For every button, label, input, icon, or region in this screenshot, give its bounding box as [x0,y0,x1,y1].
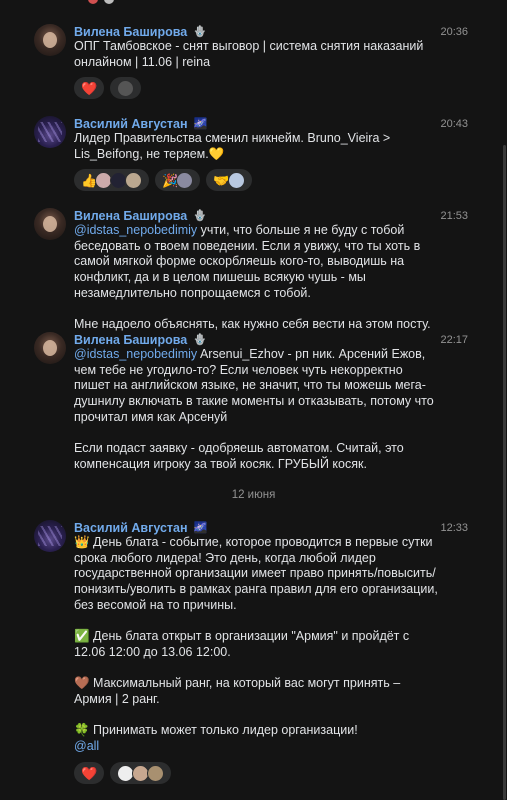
reaction-avatar[interactable] [110,77,142,99]
sparkle-badge-icon: 🌌 [193,522,208,534]
message-body: учти, что больше я не буду с тобой бесед… [74,223,431,332]
author-name[interactable]: Вилена Баширова 🪬 [74,209,207,223]
message-text: 👑 День блата - событие, которое проводит… [74,535,440,755]
heart-icon: ❤️ [81,80,98,96]
user-mention-link[interactable]: @idstas_nepobedimiy [74,223,197,237]
user-avatar-icon [117,79,135,97]
message-text: @idstas_nepobedimiy Arsenui_Ezhov - рп н… [74,347,440,473]
message-time: 21:53 [440,210,468,222]
message-body: 👑 День блата - событие, которое проводит… [74,535,438,738]
message-text: ОПГ Тамбовское - снят выговор | система … [74,39,427,69]
message-text: Лидер Правительства сменил никнейм. Brun… [74,131,394,161]
reactions-bar: ❤️ [74,762,172,784]
reaction-party[interactable]: 🎉 [155,169,201,191]
previous-message-reactions [0,0,507,8]
sticker-badge-icon: 🪬 [193,210,207,222]
all-mention-link[interactable]: @all [74,739,99,753]
reaction-fragment [88,0,98,4]
avatar[interactable] [34,208,66,240]
author-name[interactable]: Вилена Баширова 🪬 [74,333,207,347]
reactions-bar: 👍 🎉 🤝 [74,169,252,191]
avatar[interactable] [34,520,66,552]
user-avatar-icon [176,171,194,189]
author-name[interactable]: Василий Августан 🌌 [74,117,207,131]
scrollbar[interactable] [503,145,506,800]
message-text: @idstas_nepobedimiy учти, что больше я н… [74,223,440,333]
reactions-bar: ❤️ [74,77,142,99]
message-time: 22:17 [440,334,468,346]
user-avatar-icon [125,171,143,189]
message-time: 20:36 [440,26,468,38]
author-name[interactable]: Вилена Баширова 🪬 [74,25,207,39]
message-body: Arsenui_Ezhov - рп ник. Арсений Ежов, че… [74,347,434,471]
sparkle-badge-icon: 🌌 [193,118,208,130]
heart-icon: ❤️ [81,765,98,781]
sticker-badge-icon: 🪬 [193,334,207,346]
message-time: 12:33 [440,522,468,534]
avatar[interactable] [34,332,66,364]
date-separator: 12 июня [231,489,276,501]
reaction-avatars[interactable] [110,762,172,784]
user-avatar-icon [227,171,245,189]
message-time: 20:43 [440,118,468,130]
reaction-fragment [104,0,114,4]
user-mention-link[interactable]: @idstas_nepobedimiy [74,347,197,361]
sticker-badge-icon: 🪬 [193,26,207,38]
reaction-heart[interactable]: ❤️ [74,762,105,784]
reaction-thumbs-up[interactable]: 👍 [74,169,150,191]
author-name[interactable]: Василий Августан 🌌 [74,521,207,535]
reaction-heart[interactable]: ❤️ [74,77,105,99]
avatar[interactable] [34,24,66,56]
avatar[interactable] [34,116,66,148]
reaction-handshake[interactable]: 🤝 [206,169,252,191]
user-avatar-icon [147,764,165,782]
